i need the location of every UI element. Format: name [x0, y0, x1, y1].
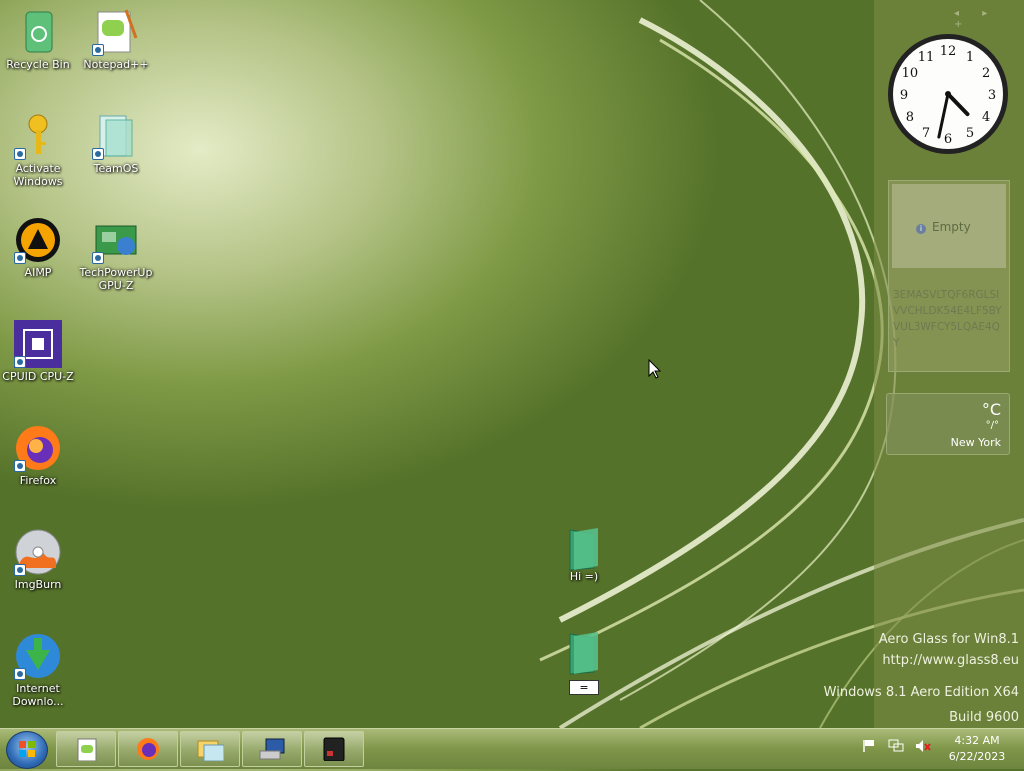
notes-empty-status: i Empty — [916, 220, 971, 234]
desktop-folder-equals[interactable]: = — [546, 630, 622, 695]
desktop-icon-label: AIMP — [24, 266, 52, 279]
shortcut-arrow-icon — [14, 668, 26, 680]
clock-numeral: 1 — [966, 50, 974, 65]
taskbar: 4:32 AM 6/22/2023 — [0, 728, 1024, 769]
desktop-icon-label: Recycle Bin — [6, 58, 70, 71]
desktop-icon-aimp[interactable]: AIMP — [0, 216, 76, 279]
clock-numeral: 7 — [922, 126, 930, 141]
sidebar-nav[interactable]: ◂ ▸ + — [954, 8, 1024, 30]
network-icon[interactable] — [888, 739, 904, 756]
taskbar-time: 4:32 AM — [954, 734, 1000, 747]
notes-header: i Empty — [892, 184, 1006, 268]
notes-gadget[interactable]: i Empty 3EMASVLTQF6RGLSIVVCHLDK54E4LF5BYV… — [888, 180, 1010, 372]
recycle-bin-icon — [14, 8, 62, 56]
clock-numeral: 5 — [966, 126, 974, 141]
clock-numeral: 11 — [918, 50, 935, 65]
clock-numeral: 8 — [906, 110, 914, 125]
desktop-icon-label: ImgBurn — [14, 578, 62, 591]
desktop-folder-rename-field[interactable]: = — [569, 680, 599, 695]
desktop-icon-label: Internet Downlo... — [12, 682, 64, 708]
volume-muted-icon[interactable] — [915, 739, 931, 756]
desktop-folder-hi[interactable]: Hi =) — [546, 526, 622, 583]
clock-numeral: 4 — [982, 110, 990, 125]
watermark-line-2: http://www.glass8.eu — [882, 653, 1019, 668]
key-icon — [14, 112, 62, 160]
start-button[interactable] — [6, 731, 48, 769]
desktop-icon-recycle-bin[interactable]: Recycle Bin — [0, 8, 76, 71]
clock-numeral: 6 — [944, 132, 952, 147]
weather-gadget[interactable]: °C °/° New York — [886, 393, 1010, 455]
terminal-icon — [323, 737, 345, 761]
desktop-icon-activate-windows[interactable]: Activate Windows — [0, 112, 76, 188]
cpu-z-icon — [14, 320, 62, 368]
firefox-icon — [14, 424, 62, 472]
desktop-icon-label: Firefox — [19, 474, 57, 487]
taskbar-firefox[interactable] — [118, 731, 178, 767]
computer-network-icon — [259, 738, 285, 760]
taskbar-notepad-plus-plus[interactable] — [56, 731, 116, 767]
imgburn-icon — [14, 528, 62, 576]
watermark-line-3: Windows 8.1 Aero Edition X64 — [823, 685, 1019, 700]
firefox-icon — [137, 738, 159, 760]
shortcut-arrow-icon — [14, 356, 26, 368]
clock-numeral: 10 — [902, 66, 919, 81]
clock-numeral: 3 — [988, 88, 996, 103]
notes-empty-label: Empty — [932, 220, 971, 234]
taskbar-file-explorer[interactable] — [180, 731, 240, 767]
file-explorer-icon — [197, 740, 224, 761]
windows-logo-icon — [19, 741, 35, 757]
teamos-icon — [92, 112, 140, 160]
desktop-icon-teamos[interactable]: TeamOS — [78, 112, 154, 175]
shortcut-arrow-icon — [14, 148, 26, 160]
mouse-cursor-icon — [648, 359, 662, 379]
taskbar-date: 6/22/2023 — [948, 750, 1006, 763]
gpu-z-icon — [92, 216, 140, 264]
shortcut-arrow-icon — [14, 564, 26, 576]
desktop-icon-firefox[interactable]: Firefox — [0, 424, 76, 487]
taskbar-terminal[interactable] — [304, 731, 364, 767]
weather-temperature: °C — [981, 400, 1001, 419]
aimp-icon — [14, 216, 62, 264]
system-tray — [862, 739, 942, 759]
desktop-icon-label: Notepad++ — [83, 58, 149, 71]
weather-range: °/° — [985, 420, 999, 431]
desktop-icon-cpu-z[interactable]: CPUID CPU-Z — [0, 320, 76, 383]
desktop-icon-gpu-z[interactable]: TechPowerUp GPU-Z — [78, 216, 154, 292]
clock-gadget[interactable]: 1234567891011 12 — [886, 32, 1010, 156]
notepad-plus-plus-icon — [77, 738, 97, 761]
info-icon: i — [916, 224, 926, 234]
shortcut-arrow-icon — [92, 148, 104, 160]
clock-numeral: 9 — [900, 88, 908, 103]
clock-numeral: 2 — [982, 66, 990, 81]
taskbar-computer-network[interactable] — [242, 731, 302, 767]
desktop-folder-label: Hi =) — [569, 570, 599, 583]
shortcut-arrow-icon — [14, 252, 26, 264]
folder-icon — [566, 526, 602, 571]
desktop-icon-imgburn[interactable]: ImgBurn — [0, 528, 76, 591]
watermark-line-1: Aero Glass for Win8.1 — [878, 632, 1019, 647]
internet-download-manager-icon — [14, 632, 62, 680]
desktop-icon-label: Activate Windows — [13, 162, 63, 188]
watermark-line-4: Build 9600 — [949, 710, 1019, 725]
desktop-icon-internet-download-manager[interactable]: Internet Downlo... — [0, 632, 76, 708]
taskbar-clock[interactable]: 4:32 AM 6/22/2023 — [940, 733, 1014, 765]
desktop-icon-label: TeamOS — [93, 162, 139, 175]
notepad-plus-plus-icon — [92, 8, 140, 56]
clock-numeral: 12 — [940, 44, 957, 59]
action-center-flag-icon[interactable] — [862, 739, 876, 756]
shortcut-arrow-icon — [92, 252, 104, 264]
desktop-icon-label: TechPowerUp GPU-Z — [79, 266, 153, 292]
shortcut-arrow-icon — [92, 44, 104, 56]
desktop-icon-notepad-plus-plus[interactable]: Notepad++ — [78, 8, 154, 71]
wallpaper-streaks — [539, 0, 1024, 728]
folder-icon — [566, 630, 602, 675]
notes-text: 3EMASVLTQF6RGLSIVVCHLDK54E4LF5BYVUL3WFCY… — [893, 289, 1002, 349]
desktop-icon-label: CPUID CPU-Z — [2, 370, 74, 383]
weather-city: New York — [950, 436, 1001, 449]
gadget-sidebar: ◂ ▸ + 1 2 3 4 5 6 7 8 9 10 11 12 i Empty 3EMASVLTQF6… — [874, 0, 1024, 728]
shortcut-arrow-icon — [14, 460, 26, 472]
